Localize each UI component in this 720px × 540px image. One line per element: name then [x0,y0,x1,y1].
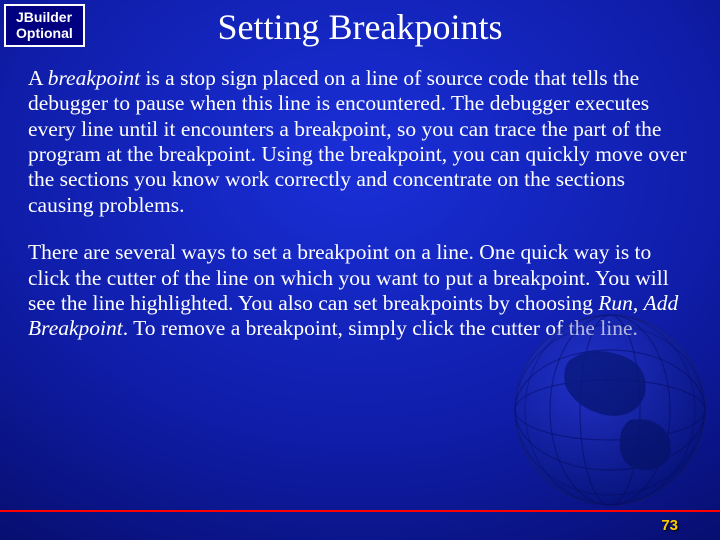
badge-line-1: JBuilder [16,9,73,25]
paragraph-2: There are several ways to set a breakpoi… [28,240,692,341]
paragraph-1: A breakpoint is a stop sign placed on a … [28,66,692,218]
para2-comma: , [633,291,644,315]
slide-title: Setting Breakpoints [40,0,680,48]
term-breakpoint: breakpoint [48,66,140,90]
page-number: 73 [661,517,678,534]
badge-line-2: Optional [16,25,73,41]
menu-run: Run [598,291,633,315]
para1-lead: A [28,66,48,90]
para2-part1: There are several ways to set a breakpoi… [28,240,669,315]
para2-part2: . To remove a breakpoint, simply click t… [123,316,638,340]
footer-divider [0,510,720,512]
slide-body: A breakpoint is a stop sign placed on a … [0,48,720,342]
jbuilder-badge: JBuilder Optional [4,4,85,47]
